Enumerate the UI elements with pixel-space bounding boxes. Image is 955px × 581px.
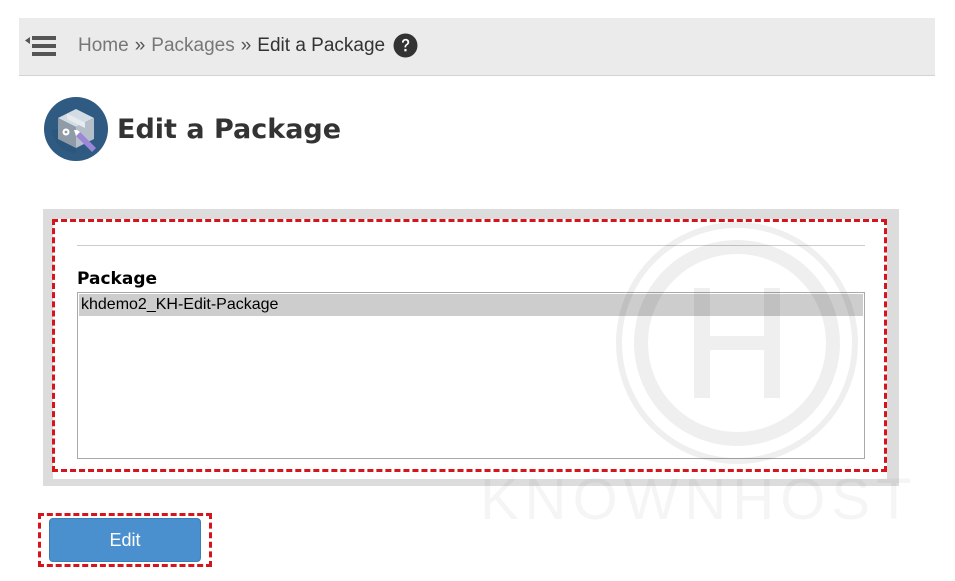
package-label: Package bbox=[77, 269, 158, 289]
package-form: Package khdemo2_KH-Edit-Package bbox=[53, 219, 887, 479]
hamburger-back-icon[interactable] bbox=[24, 31, 60, 61]
page-title: Edit a Package bbox=[117, 113, 342, 145]
breadcrumb-home-link[interactable]: Home bbox=[78, 35, 129, 57]
question-circle-icon[interactable] bbox=[393, 33, 418, 58]
divider bbox=[77, 245, 865, 246]
top-bar: Home » Packages » Edit a Package bbox=[19, 18, 935, 76]
breadcrumb-separator: » bbox=[240, 34, 252, 56]
breadcrumb: Home » Packages » Edit a Package bbox=[78, 33, 418, 58]
package-select-list[interactable]: khdemo2_KH-Edit-Package bbox=[77, 292, 865, 459]
package-option[interactable]: khdemo2_KH-Edit-Package bbox=[79, 294, 863, 316]
breadcrumb-current: Edit a Package bbox=[257, 34, 386, 56]
breadcrumb-packages-link[interactable]: Packages bbox=[151, 35, 234, 57]
page-header: Edit a Package bbox=[43, 96, 341, 162]
package-box-edit-icon bbox=[44, 97, 108, 161]
package-form-panel: Package khdemo2_KH-Edit-Package bbox=[43, 209, 899, 486]
breadcrumb-separator: » bbox=[134, 34, 146, 56]
edit-button[interactable]: Edit bbox=[49, 518, 201, 562]
